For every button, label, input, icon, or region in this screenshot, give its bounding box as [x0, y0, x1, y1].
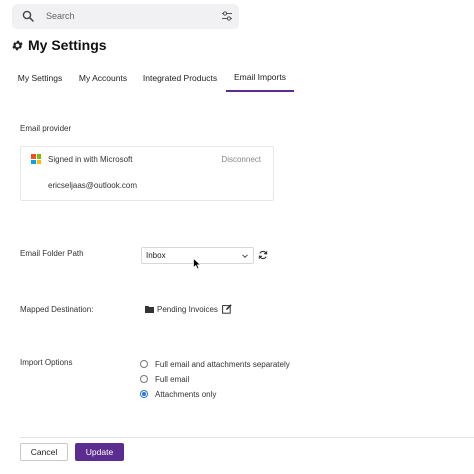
import-options-label: Import Options: [20, 358, 73, 367]
radio-label: Full email: [155, 374, 190, 384]
folder-icon: [145, 306, 154, 313]
radio-label: Full email and attachments separately: [155, 359, 290, 369]
mouse-cursor-icon: [193, 258, 202, 270]
settings-tabs: My Settings My Accounts Integrated Produ…: [0, 64, 474, 92]
search-bar[interactable]: Search: [12, 4, 239, 29]
tab-my-settings[interactable]: My Settings: [12, 64, 68, 92]
radio-label: Attachments only: [155, 389, 217, 399]
refresh-icon[interactable]: [258, 250, 268, 260]
footer-divider: [20, 437, 474, 438]
chevron-down-icon: [242, 254, 248, 259]
email-provider-label: Email provider: [20, 124, 72, 133]
update-button[interactable]: Update: [75, 443, 124, 461]
tab-email-imports[interactable]: Email Imports: [226, 64, 294, 92]
radio-full-email[interactable]: [140, 375, 148, 383]
folder-path-label: Email Folder Path: [20, 249, 84, 258]
mapped-destination-label: Mapped Destination:: [20, 305, 94, 314]
cancel-button[interactable]: Cancel: [20, 443, 68, 461]
tab-integrated-products[interactable]: Integrated Products: [139, 64, 221, 92]
radio-attachments-only[interactable]: [140, 390, 148, 398]
disconnect-button[interactable]: Disconnect: [221, 155, 261, 164]
connected-email: ericseljaas@outlook.com: [48, 181, 138, 190]
mapped-destination-value: Pending Invoices: [157, 305, 218, 314]
gear-icon: [12, 40, 23, 50]
tab-my-accounts[interactable]: My Accounts: [74, 64, 132, 92]
search-icon: [22, 10, 34, 22]
provider-name: Signed in with Microsoft: [48, 155, 133, 164]
edit-icon[interactable]: [222, 304, 232, 314]
email-provider-card: Signed in with Microsoft Disconnect eric…: [20, 146, 274, 201]
filter-sliders-icon[interactable]: [221, 10, 233, 22]
import-option-full-email-attachments[interactable]: Full email and attachments separately: [140, 359, 290, 369]
folder-path-value: Inbox: [146, 251, 166, 260]
radio-full-email-attachments[interactable]: [140, 360, 148, 368]
microsoft-logo-icon: [31, 154, 41, 164]
search-input[interactable]: Search: [46, 11, 75, 21]
import-option-attachments-only[interactable]: Attachments only: [140, 389, 216, 399]
import-option-full-email[interactable]: Full email: [140, 374, 189, 384]
page-title: My Settings: [11, 37, 107, 53]
page-title-text: My Settings: [28, 37, 107, 53]
